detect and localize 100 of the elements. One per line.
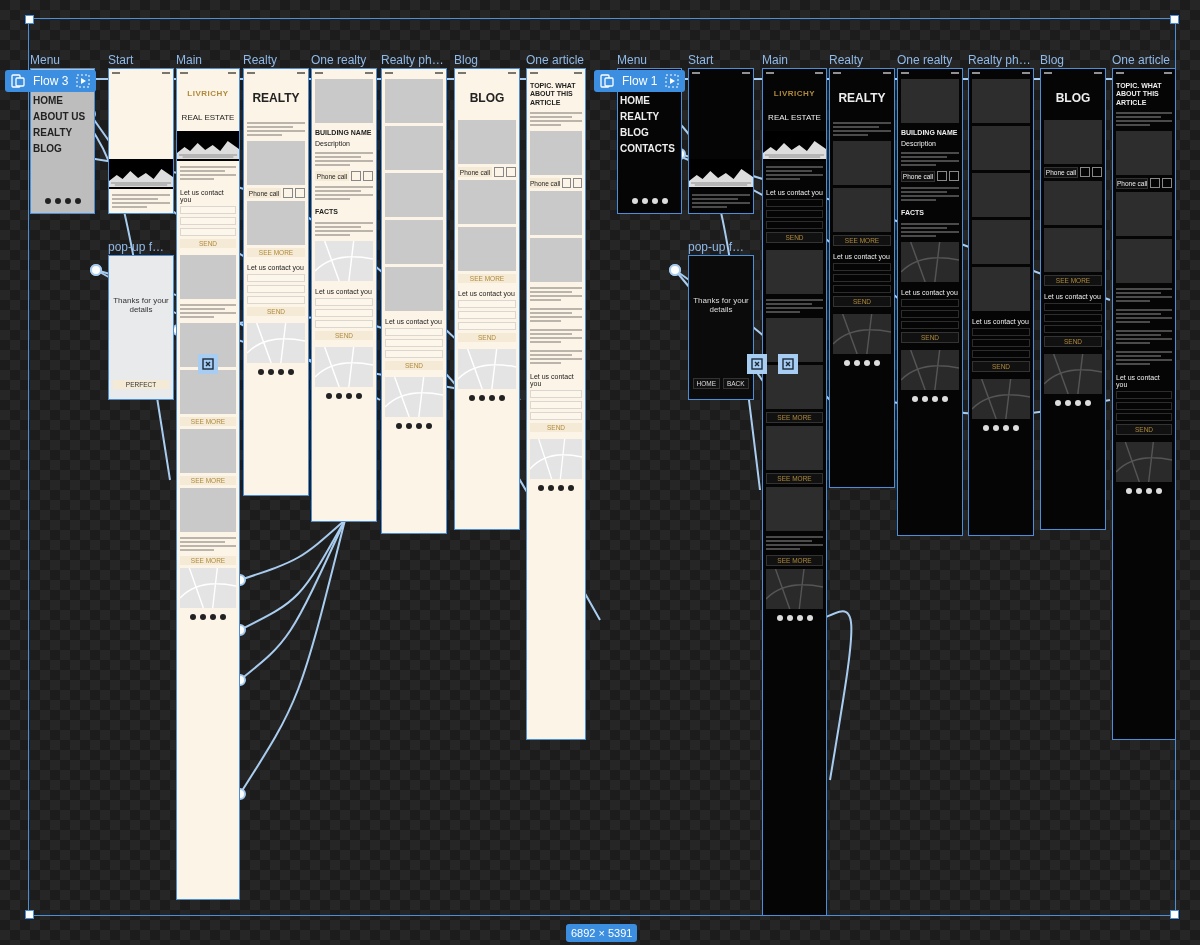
email-field[interactable] xyxy=(1116,413,1172,422)
phone-field[interactable] xyxy=(315,308,373,317)
image-placeholder xyxy=(766,426,823,470)
menu-link[interactable]: REALTY xyxy=(33,127,92,138)
text-lines-drawing xyxy=(180,302,236,320)
send-icon[interactable] xyxy=(949,171,959,182)
name-field[interactable] xyxy=(1116,391,1172,400)
phone-field[interactable] xyxy=(833,274,891,282)
resize-handle[interactable] xyxy=(25,15,34,24)
flow-start-badge[interactable]: Flow 3 xyxy=(5,70,97,92)
name-field[interactable] xyxy=(385,328,443,336)
menu-link[interactable]: CONTACTS xyxy=(620,143,679,154)
name-field[interactable] xyxy=(766,199,823,207)
chat-icon[interactable] xyxy=(1150,178,1161,189)
chat-icon[interactable] xyxy=(351,171,361,182)
logo-text: LIVRICHY xyxy=(186,88,230,100)
phone-field[interactable] xyxy=(458,311,516,319)
close-icon[interactable] xyxy=(747,354,767,374)
image-placeholder xyxy=(247,201,305,245)
send-icon[interactable] xyxy=(1162,178,1172,189)
send-icon[interactable] xyxy=(573,178,582,189)
name-field[interactable] xyxy=(972,328,1030,336)
size-badge: 6892 × 5391 xyxy=(566,924,638,942)
phone-field[interactable] xyxy=(1116,402,1172,411)
phone-field[interactable] xyxy=(530,401,582,410)
send-icon[interactable] xyxy=(363,171,373,182)
image-placeholder xyxy=(385,267,443,311)
email-field[interactable] xyxy=(530,412,582,421)
phone-field[interactable] xyxy=(901,309,959,318)
image-placeholder xyxy=(1044,120,1102,164)
text-lines-drawing xyxy=(530,285,582,304)
frame-label: One article xyxy=(1112,53,1171,67)
name-field[interactable] xyxy=(833,263,891,271)
frame-label: Menu xyxy=(30,53,61,67)
map-drawing xyxy=(1044,354,1102,394)
flow-start-badge[interactable]: Flow 1 xyxy=(594,70,686,92)
status-bar xyxy=(1116,69,1172,76)
send-icon[interactable] xyxy=(295,188,305,198)
flow-name: Flow 3 xyxy=(33,74,69,88)
menu-link[interactable]: REALTY xyxy=(620,111,679,122)
phone-field[interactable] xyxy=(247,285,305,293)
chat-icon[interactable] xyxy=(937,171,947,182)
frame-label: pop-up f… xyxy=(688,240,745,254)
image-placeholder xyxy=(458,120,516,164)
send-icon[interactable] xyxy=(506,167,516,177)
name-field[interactable] xyxy=(315,297,373,306)
status-bar xyxy=(112,69,170,76)
email-field[interactable] xyxy=(766,221,823,229)
text-lines-drawing xyxy=(901,185,959,204)
phone-field[interactable] xyxy=(766,210,823,218)
close-icon[interactable] xyxy=(198,354,218,374)
phone-field[interactable] xyxy=(385,339,443,347)
status-bar xyxy=(315,69,373,76)
popup-message: Thanks for your details xyxy=(693,296,749,314)
menu-link[interactable]: ABOUT US xyxy=(33,111,92,122)
chat-icon[interactable] xyxy=(562,178,572,189)
resize-handle[interactable] xyxy=(1170,910,1179,919)
menu-link[interactable]: BLOG xyxy=(33,143,92,154)
email-field[interactable] xyxy=(1044,325,1102,333)
text-lines-drawing xyxy=(1116,349,1172,368)
email-field[interactable] xyxy=(385,350,443,358)
text-lines-drawing xyxy=(530,348,582,367)
page-heading: BLOG xyxy=(468,90,506,107)
email-field[interactable] xyxy=(458,322,516,330)
name-field[interactable] xyxy=(530,390,582,399)
map-drawing xyxy=(315,240,373,281)
menu-link[interactable]: HOME xyxy=(620,95,679,106)
chat-icon[interactable] xyxy=(1080,167,1090,177)
name-field[interactable] xyxy=(458,300,516,308)
email-field[interactable] xyxy=(315,319,373,328)
text-lines-drawing xyxy=(692,192,750,210)
menu-link[interactable]: BLOG xyxy=(620,127,679,138)
frame-label: Realty ph… xyxy=(968,53,1031,67)
email-field[interactable] xyxy=(901,320,959,329)
name-field[interactable] xyxy=(1044,303,1102,311)
map-drawing xyxy=(1116,442,1172,483)
close-icon[interactable] xyxy=(778,354,798,374)
status-bar xyxy=(458,69,516,76)
chat-icon[interactable] xyxy=(494,167,504,177)
phone-field[interactable] xyxy=(1044,314,1102,322)
name-field[interactable] xyxy=(901,298,959,307)
chat-icon[interactable] xyxy=(283,188,293,198)
frame-label: Start xyxy=(688,53,714,67)
name-field[interactable] xyxy=(247,274,305,282)
email-field[interactable] xyxy=(833,285,891,293)
menu-link[interactable]: HOME xyxy=(33,95,92,106)
image-placeholder xyxy=(385,126,443,170)
play-icon[interactable] xyxy=(76,74,91,88)
map-drawing xyxy=(385,377,443,417)
email-field[interactable] xyxy=(972,350,1030,358)
image-placeholder xyxy=(766,365,823,409)
resize-handle[interactable] xyxy=(25,910,34,919)
resize-handle[interactable] xyxy=(1170,15,1179,24)
phone-field[interactable] xyxy=(972,339,1030,347)
send-icon[interactable] xyxy=(1092,167,1102,177)
text-lines-drawing xyxy=(315,184,373,203)
play-icon[interactable] xyxy=(665,74,680,88)
email-field[interactable] xyxy=(247,296,305,304)
map-drawing xyxy=(901,349,959,390)
image-placeholder xyxy=(385,173,443,217)
